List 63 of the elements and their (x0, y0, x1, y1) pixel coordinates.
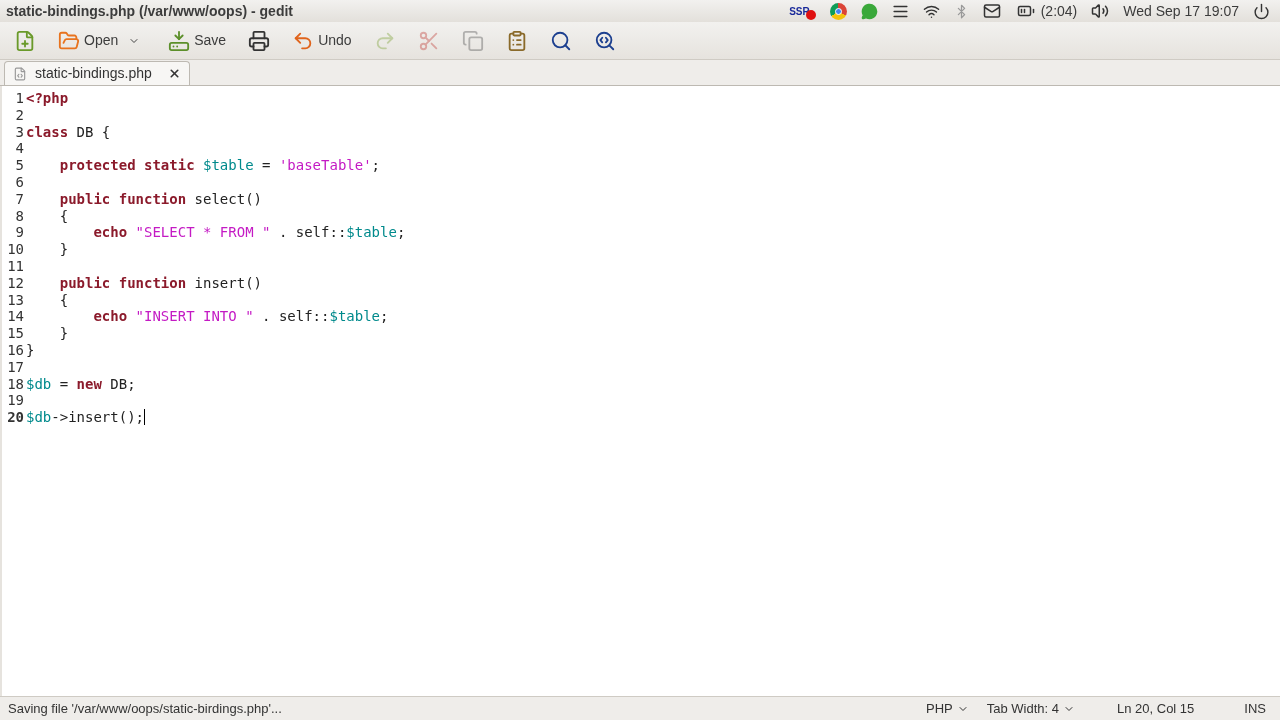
line-number: 7 (14, 190, 24, 208)
code-line: $db->insert(); (26, 409, 144, 426)
open-button[interactable]: Open (52, 24, 125, 57)
line-number: 6 (14, 174, 24, 191)
line-number: 11 (6, 257, 24, 275)
file-icon (13, 66, 27, 81)
line-number: 5 (14, 157, 24, 174)
file-tab[interactable]: static-bindings.php (4, 61, 190, 85)
status-message: Saving file '/var/www/oops/static-birdings.php'... (8, 699, 283, 718)
scissors-icon (417, 29, 440, 52)
line-number: 2 (14, 106, 24, 124)
line-number: 15 (6, 325, 24, 342)
line-number: 14 (6, 308, 24, 326)
clock[interactable]: Wed Sep 17 19:07 (1123, 0, 1239, 22)
code-line: protected static $table = 'baseTable'; (58, 157, 381, 174)
line-number: 10 (6, 241, 24, 258)
line-number: 3 (14, 123, 24, 141)
line-number: 4 (14, 140, 24, 158)
line-number: 1 (14, 90, 24, 107)
undo-button[interactable]: Undo (286, 24, 358, 57)
language-selector[interactable]: PHP (926, 698, 969, 719)
code-line: public function select() (58, 190, 262, 208)
line-number: 12 (6, 274, 24, 292)
code-line: } (58, 241, 69, 258)
line-number: 20 (6, 409, 24, 426)
line-number: 16 (6, 341, 24, 359)
code-line: class DB { (26, 123, 111, 141)
copy-icon (461, 29, 484, 52)
code-line: echo "INSERT INTO " . self::$table; (92, 308, 389, 326)
code-line: { (58, 207, 69, 225)
close-icon[interactable] (167, 67, 181, 80)
code-line: <?php (26, 90, 69, 107)
code-line: { (58, 291, 69, 309)
chat-icon[interactable] (860, 2, 878, 20)
window-title: static-bindings.php (/var/www/oops) - gedit (6, 1, 294, 21)
line-number: 13 (6, 291, 24, 309)
tab-label: static-bindings.php (35, 64, 152, 83)
code-line: public function insert() (58, 274, 262, 292)
line-number: 17 (6, 358, 24, 376)
insert-mode: INS (1244, 699, 1266, 718)
text-cursor (144, 409, 145, 426)
printer-icon (248, 29, 271, 52)
search-replace-icon (593, 29, 616, 52)
drive-download-icon (168, 29, 191, 52)
volume-icon[interactable] (1091, 2, 1110, 20)
code-line: } (26, 341, 35, 359)
code-line: } (58, 325, 69, 342)
mail-icon[interactable] (982, 2, 1001, 20)
power-icon[interactable] (1253, 2, 1270, 20)
folder-icon (58, 29, 80, 52)
code-line: echo "SELECT * FROM " . self::$table; (92, 224, 406, 242)
code-line: $db = new DB; (26, 375, 136, 393)
search-icon (549, 29, 572, 52)
tab-width-selector[interactable]: Tab Width: 4 (986, 698, 1075, 719)
browser-icon[interactable] (829, 2, 847, 20)
cursor-position: Ln 20, Col 15 (1117, 699, 1195, 718)
battery-time: (2:04) (1040, 1, 1078, 21)
line-number: 18 (6, 375, 24, 393)
new-file-icon (14, 29, 36, 52)
save-button[interactable]: Save (162, 24, 233, 57)
line-number: 19 (6, 392, 24, 410)
line-number: 8 (14, 207, 24, 225)
line-number: 9 (14, 224, 24, 242)
